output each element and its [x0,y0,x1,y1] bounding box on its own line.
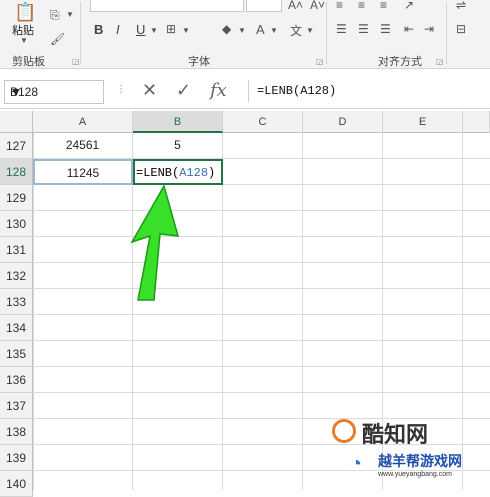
border-dropdown-icon[interactable]: ▼ [182,26,190,35]
chevron-down-icon[interactable]: ▼ [10,85,99,99]
clipboard-launcher-icon[interactable]: ◲ [72,57,80,66]
copy-icon[interactable]: ⎘ [50,8,60,23]
align-middle-icon[interactable]: ≡ [358,0,365,12]
align-right-icon[interactable]: ☰ [380,22,391,36]
select-all-corner[interactable] [0,111,33,133]
phonetic-dropdown-icon[interactable]: ▼ [306,26,314,35]
column-header-d[interactable]: D [303,111,383,133]
font-group-label: 字体 [188,56,210,68]
font-color-icon[interactable]: A [256,22,265,37]
column-line [302,133,303,490]
underline-button[interactable]: U [136,22,145,37]
column-header-e[interactable]: E [383,111,463,133]
border-icon[interactable]: ⊞ [166,22,176,36]
cell-b128-prefix: =LENB( [136,166,180,180]
watermark: 酷知网 ◔ 越羊帮游戏网 www.yueyangbang.com [330,415,490,490]
align-left-icon[interactable]: ☰ [336,22,347,36]
column-header-a[interactable]: A [33,111,133,133]
font-launcher-icon[interactable]: ◲ [316,57,324,66]
divider [80,2,81,64]
divider [326,2,327,64]
cell-b127[interactable]: 5 [133,133,223,159]
row-header-132[interactable]: 132 [0,263,33,289]
fill-dropdown-icon[interactable]: ▼ [238,26,246,35]
column-header-b[interactable]: B [133,111,223,133]
increase-indent-icon[interactable]: ⇥ [424,22,434,36]
alignment-launcher-icon[interactable]: ◲ [436,57,444,66]
cancel-icon[interactable]: ✕ [142,80,157,101]
watermark-title: 酷知网 [362,422,429,447]
watermark-wifi-icon: ◔ [350,453,363,475]
copy-dropdown-icon[interactable]: ▼ [66,10,74,19]
cell-b128-ref: A128 [179,166,209,180]
row-header-137[interactable]: 137 [0,393,33,419]
formula-bar-grip-icon[interactable]: ⋮ [116,84,126,95]
alignment-group-label: 对齐方式 [378,56,422,68]
watermark-subtitle: 越羊帮游戏网 [378,453,462,469]
cell-a127[interactable]: 24561 [33,133,133,159]
merge-cells-icon[interactable]: ⊟ [456,22,466,36]
align-bottom-icon[interactable]: ≡ [380,0,387,12]
row-header-135[interactable]: 135 [0,341,33,367]
cell-a128[interactable]: 11245 [33,159,133,185]
column-header-extra[interactable] [463,111,490,133]
row-header-139[interactable]: 139 [0,445,33,471]
cell-b128-suffix: ) [208,166,216,180]
row-header-133[interactable]: 133 [0,289,33,315]
row-header-138[interactable]: 138 [0,419,33,445]
enter-icon[interactable]: ✓ [176,80,191,101]
row-header-130[interactable]: 130 [0,211,33,237]
column-header-c[interactable]: C [223,111,303,133]
name-box[interactable]: B128 ▼ [4,80,104,104]
clipboard-group-label: 剪贴板 [12,56,45,68]
formula-bar: B128 ▼ ⋮ ✕ ✓ fx =LENB(A128) [0,76,490,109]
watermark-url: www.yueyangbang.com [378,471,452,478]
increase-font-icon[interactable]: A˄ [288,0,303,12]
format-painter-icon[interactable]: 🖌 [50,32,65,46]
row-header-134[interactable]: 134 [0,315,33,341]
cell-b128[interactable]: =LENB(A128) [133,159,223,185]
column-line [222,133,223,490]
decrease-indent-icon[interactable]: ⇤ [404,22,414,36]
insert-function-icon[interactable]: fx [210,80,227,101]
wrap-text-icon[interactable]: ⇌ [456,0,466,12]
paste-dropdown-icon[interactable]: ▼ [20,36,28,45]
orientation-icon[interactable]: ↗ [404,0,414,12]
watermark-logo-icon [332,419,356,443]
bold-button[interactable]: B [94,22,103,37]
font-color-dropdown-icon[interactable]: ▼ [270,26,278,35]
row-header-128[interactable]: 128 [0,159,33,185]
italic-button[interactable]: I [116,22,120,37]
row-header-136[interactable]: 136 [0,367,33,393]
fill-color-icon[interactable]: ◆ [222,22,231,36]
column-line [132,133,133,490]
formula-input[interactable]: =LENB(A128) [248,80,487,102]
row-header-127[interactable]: 127 [0,133,33,159]
formula-text: =LENB(A128) [257,84,337,98]
formula-buttons: ✕ ✓ fx [134,78,240,104]
paste-icon[interactable]: 📋 [14,2,36,23]
align-center-icon[interactable]: ☰ [358,22,369,36]
font-name-box[interactable] [90,0,244,12]
phonetic-icon[interactable]: 文 [290,22,302,39]
align-top-icon[interactable]: ≡ [336,0,343,12]
underline-dropdown-icon[interactable]: ▼ [150,26,158,35]
row-header-129[interactable]: 129 [0,185,33,211]
row-header-140[interactable]: 140 [0,471,33,497]
ribbon: 📋 粘贴 ▼ ⎘ ▼ 🖌 剪贴板 ◲ A˄ A˅ B I U ▼ ⊞ ▼ ◆ ▼… [0,0,490,69]
divider [446,2,447,64]
font-size-box[interactable] [246,0,282,12]
decrease-font-icon[interactable]: A˅ [310,0,325,12]
row-header-131[interactable]: 131 [0,237,33,263]
